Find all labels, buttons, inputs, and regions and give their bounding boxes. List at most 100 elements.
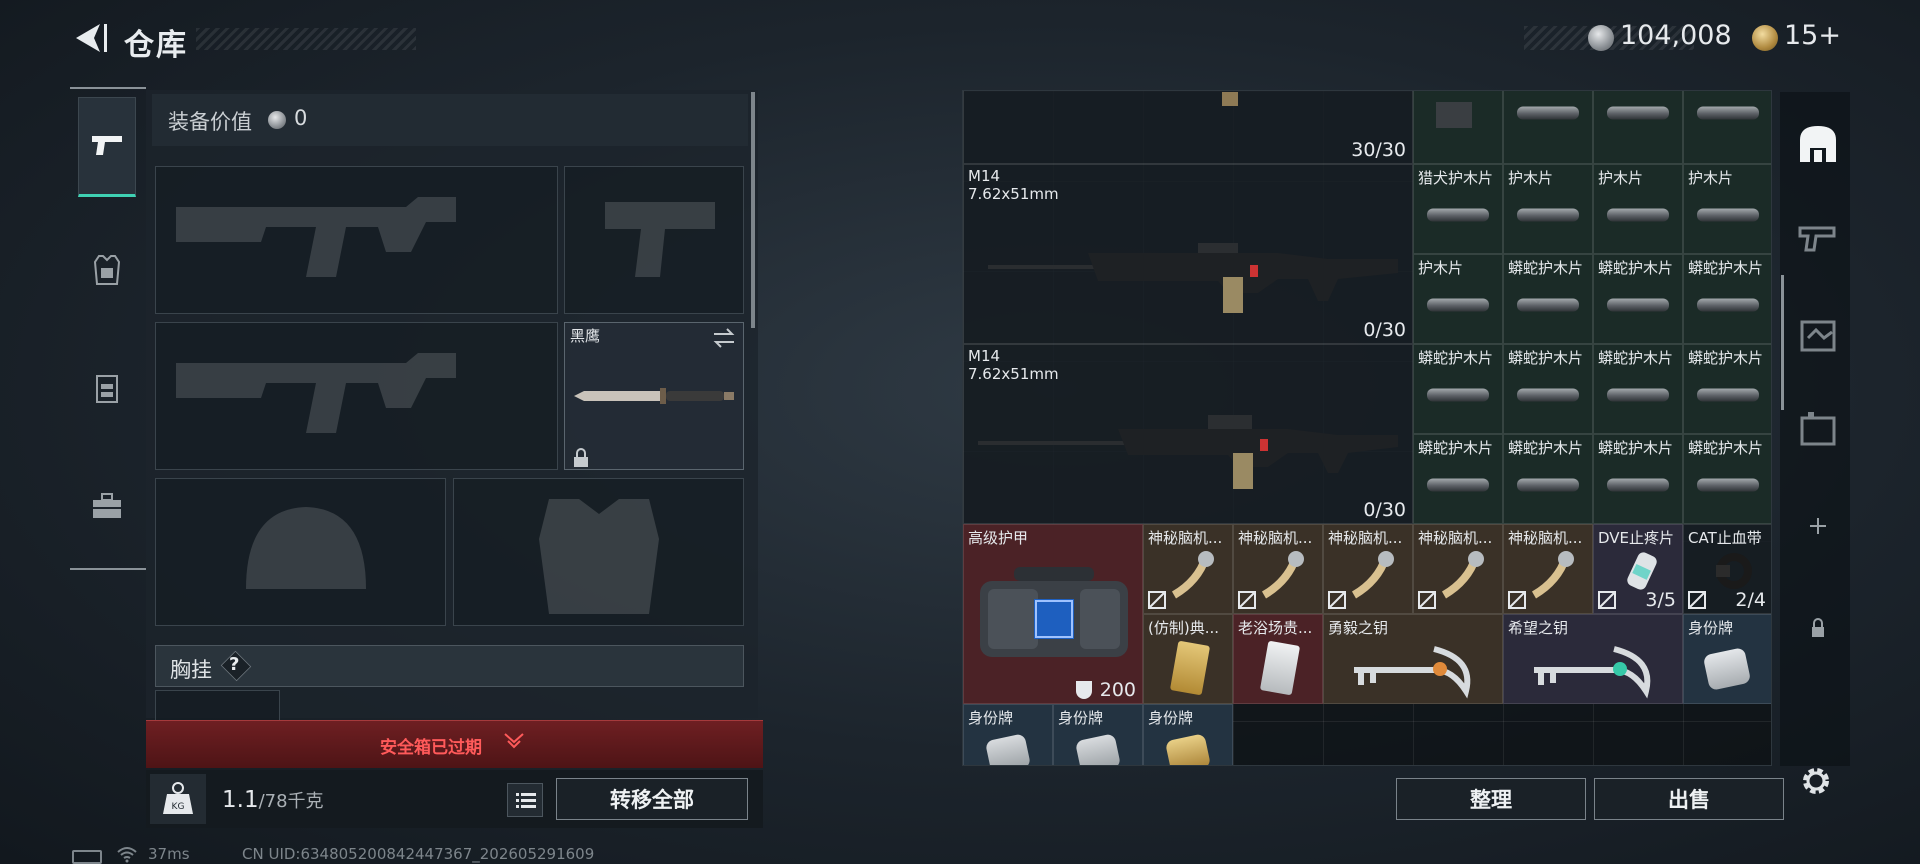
add-icon[interactable] [1794, 502, 1842, 550]
item-name: 蟒蛇护木片 [1598, 259, 1674, 277]
handguard-item[interactable]: 护木片 [1413, 254, 1503, 344]
handguard-item[interactable] [1593, 91, 1683, 164]
ticket-balance[interactable]: 15+ [1784, 20, 1841, 51]
handguard-icon [1517, 208, 1579, 222]
keycard-item[interactable]: 老浴场贵... [1233, 614, 1323, 704]
implant-item[interactable]: 神秘脑机... [1233, 524, 1323, 614]
handguard-item[interactable]: 蟒蛇护木片 [1503, 254, 1593, 344]
stash-scrollbar[interactable] [1781, 275, 1784, 410]
weight-current: 1.1 [222, 787, 259, 813]
user-id: CN UID:6348052008424473​67_202605291609 [242, 845, 595, 863]
body-armor-slot[interactable] [453, 478, 744, 626]
equipment-value-label: 装备价值 [168, 110, 252, 134]
handguard-item[interactable]: 蟒蛇护木片 [1683, 254, 1771, 344]
ping-readout: 37ms [148, 845, 190, 863]
item-name: 蟒蛇护木片 [1688, 349, 1764, 367]
wifi-icon [117, 847, 137, 863]
handguard-item[interactable]: 猎犬护木片 [1413, 164, 1503, 254]
handguard-item[interactable]: 蟒蛇护木片 [1683, 434, 1771, 524]
swap-icon[interactable] [712, 328, 736, 348]
vest-silhouette-icon [539, 499, 659, 614]
all-items-icon[interactable] [1794, 120, 1842, 168]
handguard-icon [1517, 298, 1579, 312]
dogtag-item[interactable]: 身份牌 [1053, 704, 1143, 765]
rifle-item-m14[interactable]: M14 7.62x51mm 0/30 [963, 164, 1413, 344]
handguard-item[interactable] [1503, 91, 1593, 164]
tourniquet-item[interactable]: CAT止血带 2/4 [1683, 524, 1771, 614]
list-view-button[interactable] [507, 783, 543, 817]
painkiller-item[interactable]: DVE止疼片 3/5 [1593, 524, 1683, 614]
handguard-item[interactable]: 护木片 [1593, 164, 1683, 254]
helmet-slot[interactable] [155, 478, 446, 626]
tab-armor[interactable] [78, 220, 136, 320]
dogtag-icon [1702, 647, 1752, 691]
stash-item-top[interactable]: 30/30 [963, 91, 1413, 164]
handguard-item[interactable]: 蟒蛇护木片 [1683, 344, 1771, 434]
equipment-scrollbar[interactable] [751, 92, 755, 328]
handguard-item[interactable]: 护木片 [1683, 164, 1771, 254]
no-trade-icon [1418, 591, 1436, 609]
silver-coin-icon [268, 111, 286, 129]
dogtag-item[interactable]: 身份牌 [963, 704, 1053, 765]
weapons-filter-icon[interactable] [1794, 212, 1842, 260]
implant-icon [1531, 551, 1574, 599]
tab-weapons[interactable] [78, 97, 136, 197]
transfer-all-button[interactable]: 转移全部 [556, 778, 748, 820]
keycard-item[interactable]: (仿制)典... [1143, 614, 1233, 704]
dogtag-item[interactable]: 身份牌 [1143, 704, 1233, 765]
implant-item[interactable]: 神秘脑机... [1323, 524, 1413, 614]
knife-icon [574, 388, 734, 404]
secondary-weapon-slot[interactable] [155, 322, 558, 470]
implant-item[interactable]: 神秘脑机... [1143, 524, 1233, 614]
lock-icon[interactable] [1794, 604, 1842, 652]
rifle-silhouette-icon [176, 197, 456, 277]
sidearm-slot[interactable] [564, 166, 744, 314]
handguard-item[interactable]: 蟒蛇护木片 [1593, 254, 1683, 344]
handguard-item[interactable]: 护木片 [1503, 164, 1593, 254]
item-name: 蟒蛇护木片 [1508, 439, 1584, 457]
chevron-down-icon[interactable] [503, 732, 525, 750]
sell-button[interactable]: 出售 [1594, 778, 1784, 820]
chest-rig-label: 胸挂 [170, 658, 212, 682]
shield-icon [1076, 681, 1092, 699]
armor-item[interactable]: 高级护甲 200 [963, 524, 1143, 704]
handguard-item[interactable]: 蟒蛇护木片 [1413, 434, 1503, 524]
handguard-item[interactable] [1683, 91, 1771, 164]
no-trade-icon [1328, 591, 1346, 609]
handguard-item[interactable]: 蟒蛇护木片 [1503, 344, 1593, 434]
tab-chest-rig[interactable] [78, 338, 136, 438]
key-icon [1534, 646, 1651, 699]
dogtag-item[interactable]: 身份牌 [1683, 614, 1771, 704]
rifle-item-m14[interactable]: M14 7.62x51mm 0/30 [963, 344, 1413, 524]
handguard-item[interactable]: 蟒蛇护木片 [1593, 434, 1683, 524]
handguard-item[interactable]: 蟒蛇护木片 [1413, 344, 1503, 434]
list-icon [516, 793, 536, 808]
item-name: 护木片 [1598, 169, 1644, 187]
key-item[interactable]: 勇毅之钥 [1323, 614, 1503, 704]
item-name: 蟒蛇护木片 [1688, 439, 1764, 457]
implant-item[interactable]: 神秘脑机... [1413, 524, 1503, 614]
sort-button[interactable]: 整理 [1396, 778, 1586, 820]
melee-weapon-name: 黑鹰 [570, 327, 601, 345]
tourniquet-icon [1716, 553, 1752, 589]
ammo-count: 0/30 [1363, 499, 1406, 521]
handguard-item[interactable]: 蟒蛇护木片 [1503, 434, 1593, 524]
settings-gear-icon[interactable] [1796, 761, 1836, 801]
primary-weapon-slot[interactable] [155, 166, 558, 314]
handguard-icon [1697, 388, 1759, 402]
handguard-icon [1697, 478, 1759, 492]
supplies-filter-icon[interactable] [1794, 404, 1842, 452]
armor-filter-icon[interactable] [1794, 310, 1842, 358]
back-arrow-icon[interactable] [70, 18, 110, 58]
implant-item[interactable]: 神秘脑机... [1503, 524, 1593, 614]
handguard-item[interactable]: 蟒蛇护木片 [1593, 344, 1683, 434]
tab-divider [70, 87, 146, 89]
key-item[interactable]: 希望之钥 [1503, 614, 1683, 704]
tab-toolbox[interactable] [78, 456, 136, 556]
chest-rig-slot[interactable] [155, 690, 280, 720]
attachment-item[interactable] [1413, 91, 1503, 164]
chest-rig-icon [96, 375, 118, 403]
item-name: 神秘脑机... [1238, 529, 1313, 547]
item-name: 猎犬护木片 [1418, 169, 1494, 187]
handguard-icon [1427, 388, 1489, 402]
